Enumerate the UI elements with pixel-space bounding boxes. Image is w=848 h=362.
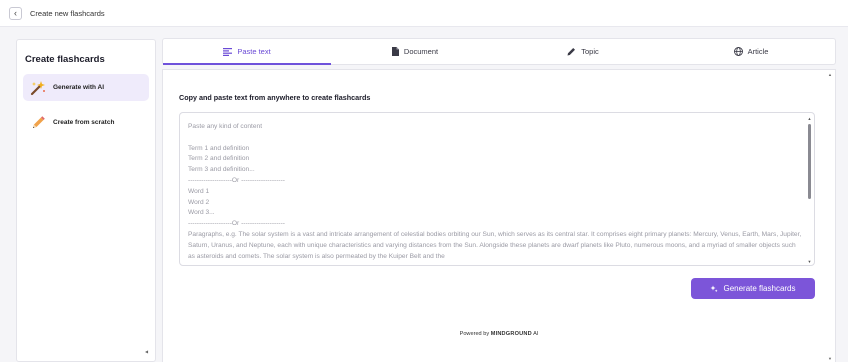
- tab-document[interactable]: Document: [331, 39, 499, 64]
- scroll-left-arrow-icon[interactable]: ◀: [145, 349, 148, 354]
- workspace: Create flashcards Generate with AI Creat…: [0, 27, 848, 362]
- sidebar-item-generate-with-ai[interactable]: Generate with AI: [23, 74, 149, 101]
- chevron-left-icon: ‹: [14, 7, 17, 18]
- scroll-up-arrow-icon[interactable]: ▲: [807, 116, 812, 121]
- scroll-up-arrow-icon[interactable]: ▲: [828, 72, 832, 77]
- pencil-icon: [29, 114, 47, 132]
- paste-text-panel: Copy and paste text from anywhere to cre…: [162, 69, 836, 362]
- main-scrollbar[interactable]: ▲ ▼: [827, 70, 835, 362]
- document-icon: [391, 47, 399, 56]
- sidebar-title: Create flashcards: [25, 54, 105, 65]
- sidebar: Create flashcards Generate with AI Creat…: [16, 39, 156, 362]
- content-textarea[interactable]: Paste any kind of content Term 1 and def…: [179, 112, 815, 266]
- back-button[interactable]: ‹: [9, 6, 22, 20]
- tab-bar: Paste text Document Topic Article: [162, 38, 836, 65]
- tab-label: Topic: [581, 47, 599, 56]
- sparkle-plus-icon: [710, 285, 718, 292]
- magic-wand-icon: [29, 79, 47, 97]
- scroll-down-arrow-icon[interactable]: ▼: [807, 259, 812, 264]
- scroll-down-arrow-icon[interactable]: ▼: [828, 356, 832, 361]
- instruction-text: Copy and paste text from anywhere to cre…: [179, 93, 371, 102]
- sidebar-item-label: Generate with AI: [53, 84, 105, 91]
- sidebar-item-label: Create from scratch: [53, 119, 115, 126]
- tab-label: Paste text: [237, 47, 271, 56]
- powered-prefix: Powered by: [459, 331, 490, 337]
- text-align-icon: [223, 47, 233, 56]
- tab-label: Article: [747, 47, 769, 56]
- generate-button-label: Generate flashcards: [723, 284, 796, 293]
- tab-paste-text[interactable]: Paste text: [163, 39, 331, 65]
- brand-logo: MINDGROUND: [490, 331, 532, 337]
- page-title: Create new flashcards: [30, 8, 105, 18]
- powered-by-footer: Powered by MINDGROUND AI: [163, 331, 835, 337]
- tab-label: Document: [403, 47, 439, 56]
- tab-article[interactable]: Article: [667, 39, 835, 64]
- globe-icon: [733, 47, 743, 56]
- scrollbar-thumb[interactable]: [808, 124, 811, 199]
- textarea-placeholder: Paste any kind of content Term 1 and def…: [188, 123, 802, 260]
- sidebar-item-create-from-scratch[interactable]: Create from scratch: [23, 109, 149, 136]
- tab-topic[interactable]: Topic: [499, 39, 667, 64]
- generate-flashcards-button[interactable]: Generate flashcards: [691, 278, 815, 299]
- top-bar: ‹ Create new flashcards: [0, 0, 848, 27]
- powered-suffix: AI: [533, 331, 539, 337]
- pencil-icon: [567, 48, 576, 56]
- textarea-scrollbar[interactable]: ▲ ▼: [807, 116, 812, 264]
